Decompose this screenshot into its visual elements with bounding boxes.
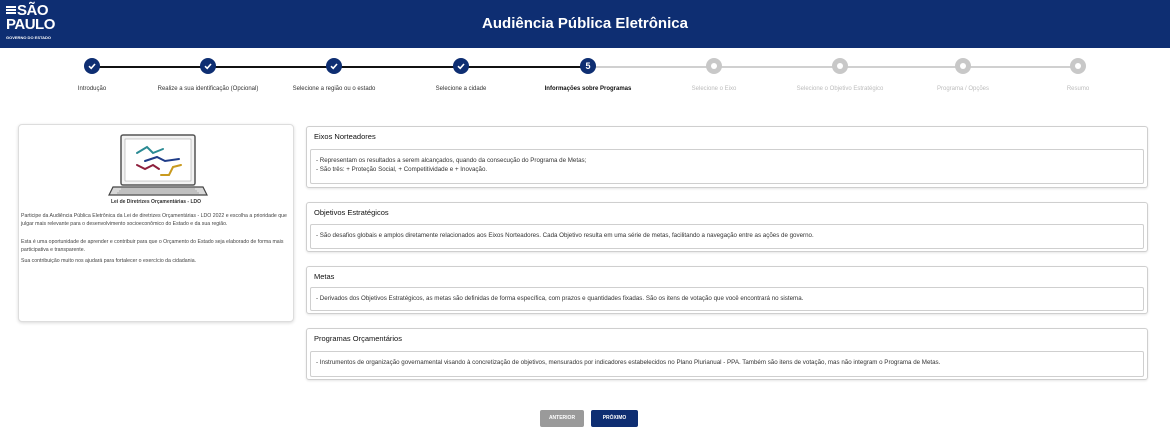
section-body: - Representam os resultados a serem alca… bbox=[310, 149, 1144, 184]
section-line: - São desafios globais e amplos diretame… bbox=[316, 232, 814, 239]
ldo-paragraph-1: Participe da Audiência Pública Eletrônic… bbox=[21, 213, 287, 227]
ldo-caption: Lei de Diretrizes Orçamentárias - LDO bbox=[110, 199, 202, 205]
section-line: - São três: + Proteção Social, + Competi… bbox=[316, 166, 488, 173]
check-icon bbox=[200, 58, 216, 74]
section-title: Programas Orçamentários bbox=[314, 334, 402, 343]
previous-button[interactable]: ANTERIOR bbox=[540, 410, 584, 427]
pending-dot-icon bbox=[706, 58, 722, 74]
next-button[interactable]: PRÓXIMO bbox=[591, 410, 638, 427]
check-icon bbox=[84, 58, 100, 74]
ldo-paragraph-2: Esta é uma oportunidade de aprender e co… bbox=[21, 239, 284, 253]
section-line: - Representam os resultados a serem alca… bbox=[316, 157, 587, 164]
pending-dot-icon bbox=[1070, 58, 1086, 74]
section-programas-orcamentarios: Programas Orçamentários - Instrumentos d… bbox=[306, 328, 1148, 380]
section-body: - Instrumentos de organização governamen… bbox=[310, 351, 1144, 377]
ldo-info-card: Lei de Diretrizes Orçamentárias - LDO Pa… bbox=[18, 124, 294, 322]
logo-subtitle: GOVERNO DO ESTADO bbox=[6, 35, 52, 40]
pending-dot-icon bbox=[832, 58, 848, 74]
progress-stepper: Introdução Realize a sua identificação (… bbox=[0, 48, 1170, 108]
app-header: SÃO PAULO GOVERNO DO ESTADO Audiência Pú… bbox=[0, 0, 1170, 48]
section-body: - São desafios globais e amplos diretame… bbox=[310, 224, 1144, 249]
section-title: Eixos Norteadores bbox=[314, 132, 376, 141]
laptop-illustration bbox=[108, 134, 208, 196]
section-title: Objetivos Estratégicos bbox=[314, 208, 389, 217]
step-label: Resumo bbox=[1066, 86, 1090, 92]
step-resumo[interactable]: Resumo bbox=[1003, 58, 1153, 92]
section-eixos-norteadores: Eixos Norteadores - Representam os resul… bbox=[306, 126, 1148, 188]
section-objetivos-estrategicos: Objetivos Estratégicos - São desafios gl… bbox=[306, 202, 1148, 252]
section-title: Metas bbox=[314, 272, 335, 281]
check-icon bbox=[326, 58, 342, 74]
section-metas: Metas - Derivados dos Objetivos Estratég… bbox=[306, 266, 1148, 314]
check-icon bbox=[453, 58, 469, 74]
pending-dot-icon bbox=[955, 58, 971, 74]
ldo-paragraph-3: Sua contribuição muito nos ajudará para … bbox=[21, 258, 197, 264]
section-line: - Derivados dos Objetivos Estratégicos, … bbox=[316, 295, 804, 302]
section-body: - Derivados dos Objetivos Estratégicos, … bbox=[310, 287, 1144, 311]
section-line: - Instrumentos de organização governamen… bbox=[316, 359, 941, 366]
step-number: 5 bbox=[580, 58, 596, 74]
page-title: Audiência Pública Eletrônica bbox=[482, 15, 688, 32]
